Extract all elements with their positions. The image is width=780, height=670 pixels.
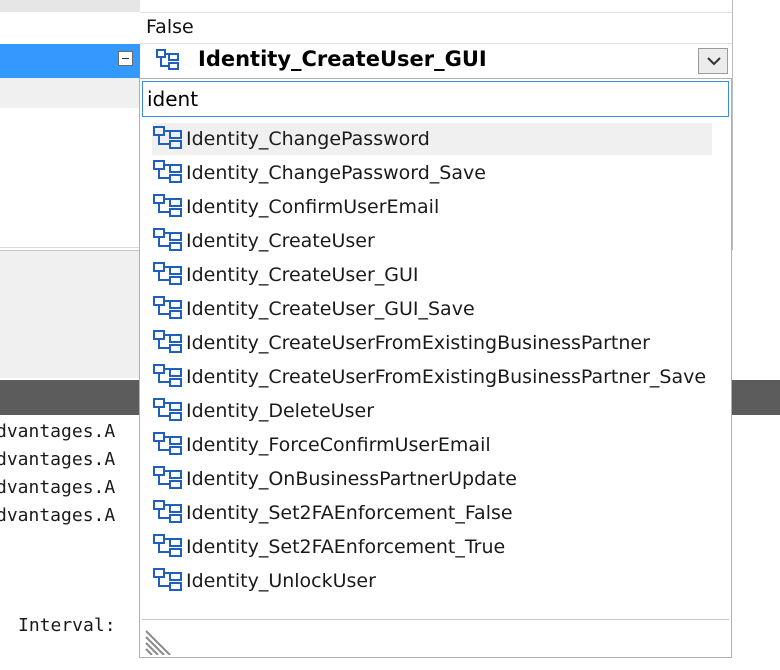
- panel-header-strip: [0, 0, 140, 12]
- editor-tab-strip-right: [732, 380, 780, 415]
- workflow-node-icon: [152, 193, 186, 221]
- option-label: Identity_CreateUser: [186, 230, 375, 252]
- workflow-node-icon: [152, 125, 186, 153]
- collapse-minus-icon[interactable]: [118, 51, 133, 66]
- option-item[interactable]: Identity_UnlockUser: [152, 565, 712, 597]
- option-label: Identity_UnlockUser: [186, 570, 376, 592]
- option-label: Identity_OnBusinessPartnerUpdate: [186, 468, 517, 490]
- workflow-node-icon: [152, 397, 186, 425]
- workflow-node-icon: [152, 363, 186, 391]
- workflow-node-icon: [152, 261, 186, 289]
- option-label: Identity_DeleteUser: [186, 400, 375, 422]
- option-item[interactable]: Identity_ConfirmUserEmail: [152, 191, 712, 223]
- option-label: Identity_ChangePassword_Save: [186, 162, 486, 184]
- workflow-node-icon: [152, 295, 186, 323]
- workflow-node-icon: [152, 465, 186, 493]
- editor-tab-strip: [0, 380, 140, 415]
- option-item[interactable]: Identity_CreateUser: [152, 225, 712, 257]
- description-panel: [0, 250, 140, 378]
- option-item[interactable]: Identity_CreateUser_GUI_Save: [152, 293, 712, 325]
- code-line: dvantages.A: [0, 449, 116, 470]
- chevron-down-icon: [707, 57, 721, 66]
- option-item[interactable]: Identity_ChangePassword_Save: [152, 157, 712, 189]
- option-item[interactable]: Identity_Set2FAEnforcement_True: [152, 531, 712, 563]
- workflow-node-icon: [156, 49, 180, 71]
- option-item[interactable]: Identity_CreateUser_GUI: [152, 259, 712, 291]
- option-item[interactable]: Identity_CreateUserFromExistingBusinessP…: [152, 361, 712, 393]
- option-item[interactable]: Identity_DeleteUser: [152, 395, 712, 427]
- previous-property-value[interactable]: False: [140, 12, 732, 44]
- option-item[interactable]: Identity_CreateUserFromExistingBusinessP…: [152, 327, 712, 359]
- option-label: Identity_CreateUserFromExistingBusinessP…: [186, 366, 707, 388]
- property-row[interactable]: [0, 78, 140, 108]
- code-line: dvantages.A: [0, 477, 116, 498]
- property-value-combobox[interactable]: Identity_CreateUser_GUI: [140, 44, 732, 78]
- workflow-node-icon: [152, 159, 186, 187]
- interval-label: Interval:: [18, 615, 116, 636]
- option-label: Identity_ForceConfirmUserEmail: [186, 434, 491, 456]
- workflow-node-icon: [152, 227, 186, 255]
- code-line: dvantages.A: [0, 421, 116, 442]
- option-item[interactable]: Identity_ChangePassword: [152, 123, 712, 155]
- panel-divider: [732, 0, 733, 250]
- options-list[interactable]: Identity_ChangePassword Identity_ChangePa…: [142, 119, 729, 620]
- filter-input[interactable]: [142, 81, 729, 117]
- option-label: Identity_Set2FAEnforcement_False: [186, 502, 513, 524]
- dropdown-popup: Identity_ChangePassword Identity_ChangePa…: [139, 78, 732, 658]
- option-label: Identity_Set2FAEnforcement_True: [186, 536, 506, 558]
- option-item[interactable]: Identity_Set2FAEnforcement_False: [152, 497, 712, 529]
- option-label: Identity_ChangePassword: [186, 128, 430, 150]
- option-item[interactable]: Identity_OnBusinessPartnerUpdate: [152, 463, 712, 495]
- resize-grip-icon[interactable]: [144, 627, 174, 655]
- popup-footer: [142, 621, 729, 655]
- workflow-node-icon: [152, 567, 186, 595]
- workflow-node-icon: [152, 499, 186, 527]
- workflow-node-icon: [152, 431, 186, 459]
- option-item[interactable]: Identity_ForceConfirmUserEmail: [152, 429, 712, 461]
- option-label: Identity_CreateUser_GUI: [186, 264, 419, 286]
- selected-value-text: Identity_CreateUser_GUI: [198, 47, 487, 71]
- dropdown-button[interactable]: [698, 48, 728, 74]
- workflow-node-icon: [152, 533, 186, 561]
- code-editor[interactable]: dvantages.A dvantages.A dvantages.A dvan…: [0, 415, 140, 670]
- property-grid-empty-area: [0, 108, 140, 248]
- workflow-node-icon: [152, 329, 186, 357]
- code-line: dvantages.A: [0, 505, 116, 526]
- option-label: Identity_CreateUser_GUI_Save: [186, 298, 475, 320]
- option-label: Identity_CreateUserFromExistingBusinessP…: [186, 332, 650, 354]
- option-label: Identity_ConfirmUserEmail: [186, 196, 440, 218]
